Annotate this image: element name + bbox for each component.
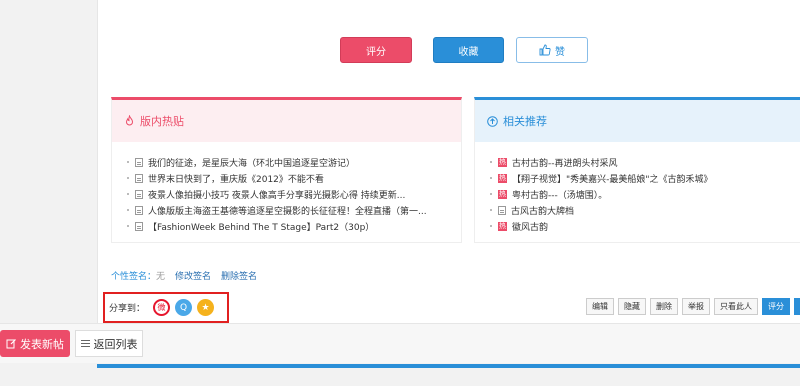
document-icon	[135, 157, 143, 167]
post-actions: 编辑 隐藏 删除 举报 只看此人 评分	[586, 298, 800, 315]
truncated-button[interactable]	[794, 298, 800, 315]
delete-button[interactable]: 删除	[650, 298, 678, 315]
star-icon[interactable]: ★	[197, 299, 215, 316]
back-to-list-label: 返回列表	[93, 337, 138, 351]
hot-badge-icon: 热	[498, 157, 507, 167]
list-item[interactable]: 【FashionWeek Behind The T Stage】Part2（30…	[127, 218, 461, 234]
hide-button[interactable]: 隐藏	[618, 298, 646, 315]
weibo-icon[interactable]: 微	[153, 299, 171, 316]
like-button[interactable]: 赞	[516, 37, 588, 63]
list-item[interactable]: 热粤村古韵---（汤塘围）。	[490, 186, 800, 202]
list-icon	[80, 343, 90, 344]
share-box: 分享到： 微 Q ★	[103, 292, 229, 323]
document-icon	[135, 189, 143, 199]
rate-post-button[interactable]: 评分	[762, 298, 790, 315]
post-content: 评分 收藏 赞 版内热贴 我们的征途，是星辰大海（环北中国追逐星空游记） 世界末…	[97, 0, 800, 323]
list-item[interactable]: 世界末日快到了，重庆版《2012》不能不看	[127, 170, 461, 186]
related-header: 相关推荐	[475, 100, 800, 142]
bottom-bar: 发表新帖 返回列表	[0, 323, 800, 363]
document-icon	[135, 221, 143, 231]
new-post-label: 发表新帖	[20, 337, 64, 351]
back-to-list-button[interactable]: 返回列表	[75, 330, 143, 357]
hot-badge-icon: 热	[498, 173, 507, 183]
signature-label: 个性签名：	[111, 272, 157, 282]
rate-button[interactable]: 评分	[340, 37, 412, 63]
related-title: 相关推荐	[503, 115, 547, 128]
qq-space-icon[interactable]: Q	[175, 299, 193, 316]
hot-posts-panel: 版内热贴 我们的征途，是星辰大海（环北中国追逐星空游记） 世界末日快到了，重庆版…	[111, 97, 462, 243]
vote-row: 评分 收藏 赞	[340, 37, 588, 63]
list-item[interactable]: 热【翔子视觉】"秀美嘉兴-最美船娘"之《古韵禾城》	[490, 170, 800, 186]
hot-badge-icon: 热	[498, 221, 507, 231]
list-item[interactable]: 热古村古韵--再进朗头村采风	[490, 154, 800, 170]
bottom-divider	[97, 364, 800, 368]
hot-posts-list: 我们的征途，是星辰大海（环北中国追逐星空游记） 世界末日快到了，重庆版《2012…	[112, 142, 461, 234]
hot-posts-title: 版内热贴	[140, 115, 184, 128]
list-item[interactable]: 古风古韵大牌档	[490, 202, 800, 218]
document-icon	[498, 205, 506, 215]
signature-row: 个性签名：无 修改签名 删除签名	[111, 269, 257, 282]
edit-icon	[6, 339, 16, 349]
favorite-button[interactable]: 收藏	[433, 37, 504, 63]
list-item[interactable]: 我们的征途，是星辰大海（环北中国追逐星空游记）	[127, 154, 461, 170]
list-item[interactable]: 夜景人像拍摄小技巧 夜景人像高手分享弱光摄影心得 持续更新...	[127, 186, 461, 202]
flame-icon	[125, 115, 134, 126]
list-item[interactable]: 人像版版主海盗王基德等追逐星空摄影的长征征程！全程直播（第一...	[127, 202, 461, 218]
signature-text: 个性签名：无	[111, 269, 165, 282]
edit-button[interactable]: 编辑	[586, 298, 614, 315]
page: 评分 收藏 赞 版内热贴 我们的征途，是星辰大海（环北中国追逐星空游记） 世界末…	[0, 0, 800, 386]
list-item[interactable]: 热徽风古韵	[490, 218, 800, 234]
related-panel: 相关推荐 热古村古韵--再进朗头村采风 热【翔子视觉】"秀美嘉兴-最美船娘"之《…	[474, 97, 800, 243]
only-this-user-button[interactable]: 只看此人	[714, 298, 758, 315]
like-label: 赞	[555, 46, 565, 58]
thumbs-up-icon	[539, 44, 551, 56]
hot-badge-icon: 热	[498, 189, 507, 199]
signature-value: 无	[156, 272, 166, 282]
arrow-up-circle-icon	[487, 115, 498, 127]
related-list: 热古村古韵--再进朗头村采风 热【翔子视觉】"秀美嘉兴-最美船娘"之《古韵禾城》…	[475, 142, 800, 234]
document-icon	[135, 173, 143, 183]
share-label: 分享到：	[109, 304, 146, 314]
hot-posts-header: 版内热贴	[112, 100, 461, 142]
edit-signature-link[interactable]: 修改签名	[175, 269, 211, 282]
document-icon	[135, 205, 143, 215]
new-post-button[interactable]: 发表新帖	[0, 330, 70, 357]
report-button[interactable]: 举报	[682, 298, 710, 315]
delete-signature-link[interactable]: 删除签名	[221, 269, 257, 282]
